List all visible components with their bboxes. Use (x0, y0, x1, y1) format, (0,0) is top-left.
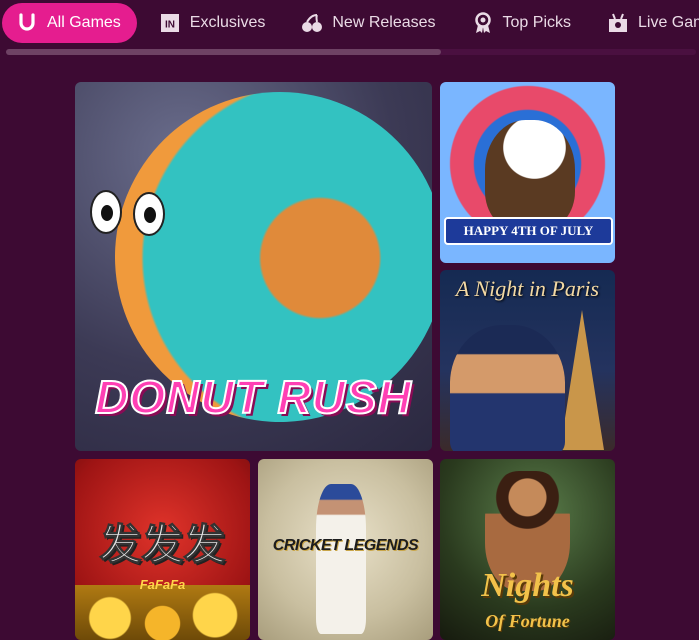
eiffel-tower-artwork (560, 310, 604, 450)
gold-coins-artwork (75, 585, 250, 640)
live-table-icon (607, 12, 629, 34)
game-title: CRICKET LEGENDS (272, 537, 419, 554)
game-title: DONUT RUSH (94, 370, 412, 424)
tabs-scrollbar[interactable] (6, 49, 696, 55)
game-tile-fafafa[interactable]: 发发发 FaFaFa (75, 459, 250, 640)
game-title: 发发发 (99, 521, 226, 569)
tab-exclusives[interactable]: IN Exclusives (159, 3, 266, 43)
tab-top-picks[interactable]: Top Picks (472, 3, 571, 43)
game-tile-happy-4th-of-july[interactable]: HAPPY 4TH OF JULY (440, 82, 615, 263)
tab-label: Live Games (638, 14, 699, 31)
game-tile-a-night-in-paris[interactable]: A Night in Paris (440, 270, 615, 451)
tab-label: Top Picks (502, 14, 571, 31)
tab-all-games[interactable]: All Games (2, 3, 137, 43)
game-subtitle: FaFaFa (139, 577, 186, 592)
tab-label: New Releases (332, 14, 436, 31)
tab-new-releases[interactable]: New Releases (301, 3, 436, 43)
exclusive-badge-icon: IN (159, 12, 181, 34)
cricketer-artwork (316, 484, 366, 634)
cherries-icon (301, 12, 323, 34)
policeman-artwork (450, 325, 565, 451)
game-title: A Night in Paris (455, 276, 600, 301)
tab-live-games[interactable]: Live Games (607, 3, 699, 43)
svg-text:IN: IN (165, 20, 175, 31)
eagle-artwork (485, 120, 575, 230)
game-subtitle: Of Fortune (485, 611, 570, 631)
horseshoe-icon (16, 12, 38, 34)
category-tabs: All Games IN Exclusives New Releases Top… (0, 0, 699, 46)
scrollbar-thumb[interactable] (6, 49, 441, 55)
tab-label: Exclusives (189, 14, 266, 31)
award-ribbon-icon (472, 12, 494, 34)
game-title: Nights (481, 567, 574, 604)
tab-label: All Games (47, 14, 121, 31)
game-tile-cricket-legends[interactable]: CRICKET LEGENDS (258, 459, 433, 640)
game-title: HAPPY 4TH OF JULY (444, 217, 613, 245)
donut-eye (133, 192, 165, 236)
game-tile-donut-rush[interactable]: DONUT RUSH (75, 82, 432, 451)
game-tile-nights-of-fortune[interactable]: Nights Of Fortune (440, 459, 615, 640)
donut-eye (90, 190, 122, 234)
